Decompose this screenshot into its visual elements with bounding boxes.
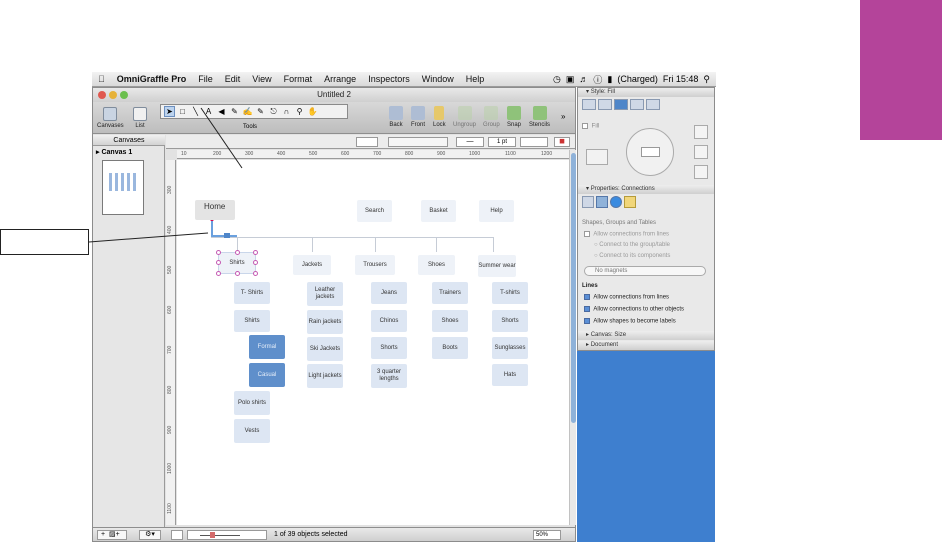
leader-line-connection bbox=[88, 232, 209, 243]
leader-line-tools bbox=[200, 107, 243, 169]
callout-leader-lines bbox=[88, 107, 243, 243]
